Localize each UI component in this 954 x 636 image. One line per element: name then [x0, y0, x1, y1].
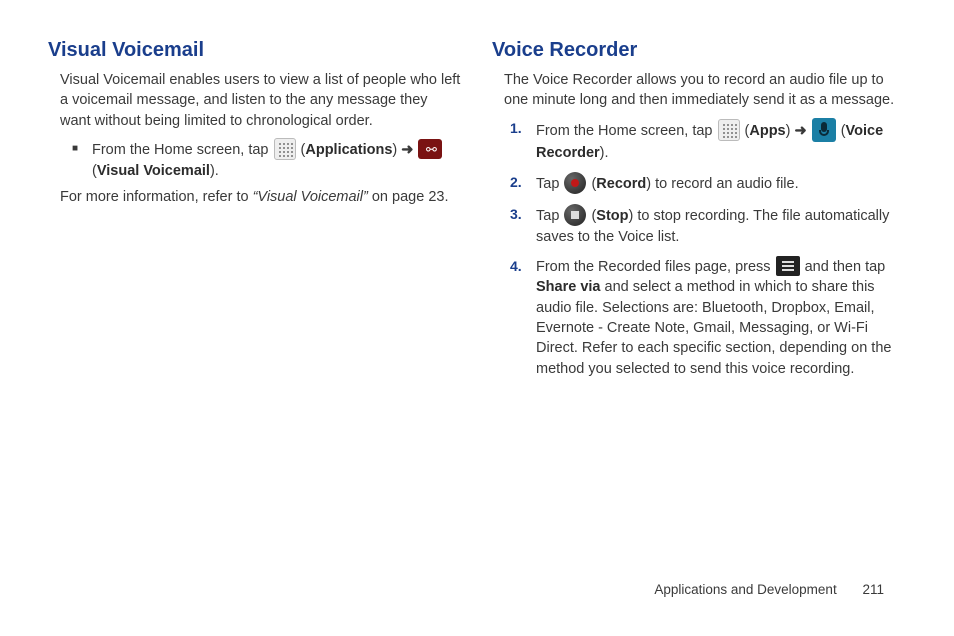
step2-post: to record an audio file.: [651, 176, 799, 192]
vr-intro: The Voice Recorder allows you to record …: [492, 70, 906, 111]
vv-step-pre: From the Home screen, tap: [92, 142, 273, 158]
step-number-1: 1.: [510, 119, 536, 163]
record-label: Record: [596, 176, 646, 192]
record-button-icon: [564, 172, 586, 194]
heading-visual-voicemail: Visual Voicemail: [48, 36, 462, 64]
share-via-label: Share via: [536, 279, 601, 295]
step3-pre: Tap: [536, 208, 563, 224]
step-1: 1. From the Home screen, tap (Apps) ➜ (V…: [510, 119, 906, 163]
page-number: 211: [862, 581, 884, 600]
vv-bullet: ■ From the Home screen, tap (Application…: [72, 139, 462, 181]
voicemail-icon: ⚯: [418, 139, 442, 159]
stop-label: Stop: [596, 208, 628, 224]
arrow-icon: ➜: [794, 122, 806, 138]
step-number-3: 3.: [510, 205, 536, 247]
more-info-post: on page 23.: [368, 189, 449, 205]
right-column: Voice Recorder The Voice Recorder allows…: [492, 36, 906, 389]
step-number-2: 2.: [510, 173, 536, 195]
step-2: 2. Tap (Record) to record an audio file.: [510, 173, 906, 195]
step3-post: to stop recording. The file automaticall…: [536, 208, 889, 245]
step-number-4: 4.: [510, 257, 536, 379]
bullet-square-icon: ■: [72, 139, 92, 181]
step1-pre: From the Home screen, tap: [536, 122, 717, 138]
step-1-body: From the Home screen, tap (Apps) ➜ (Voic…: [536, 119, 906, 163]
left-column: Visual Voicemail Visual Voicemail enable…: [48, 36, 462, 389]
visual-voicemail-label: Visual Voicemail: [97, 163, 210, 179]
vv-more-info: For more information, refer to “Visual V…: [48, 187, 462, 207]
apps-label: Apps: [749, 122, 785, 138]
vv-intro: Visual Voicemail enables users to view a…: [48, 70, 462, 131]
vv-bullet-body: From the Home screen, tap (Applications)…: [92, 139, 462, 181]
step-3-body: Tap (Stop) to stop recording. The file a…: [536, 205, 906, 247]
stop-button-icon: [564, 204, 586, 226]
step4-mid: and then tap: [805, 259, 886, 275]
step4-pre: From the Recorded files page, press: [536, 259, 775, 275]
footer-section: Applications and Development: [654, 582, 836, 597]
arrow-icon: ➜: [401, 142, 413, 158]
more-info-link: “Visual Voicemail”: [253, 189, 368, 205]
heading-voice-recorder: Voice Recorder: [492, 36, 906, 64]
step-4: 4. From the Recorded files page, press a…: [510, 257, 906, 379]
menu-options-icon: [776, 256, 800, 276]
step-4-body: From the Recorded files page, press and …: [536, 257, 906, 379]
applications-label: Applications: [305, 142, 392, 158]
step-3: 3. Tap (Stop) to stop recording. The fil…: [510, 205, 906, 247]
step2-pre: Tap: [536, 176, 563, 192]
step-2-body: Tap (Record) to record an audio file.: [536, 173, 906, 195]
page-footer: Applications and Development 211: [654, 581, 884, 600]
apps-grid-icon: [274, 138, 296, 160]
voice-recorder-icon: [812, 118, 836, 142]
more-info-pre: For more information, refer to: [60, 189, 253, 205]
apps-grid-icon: [718, 119, 740, 141]
